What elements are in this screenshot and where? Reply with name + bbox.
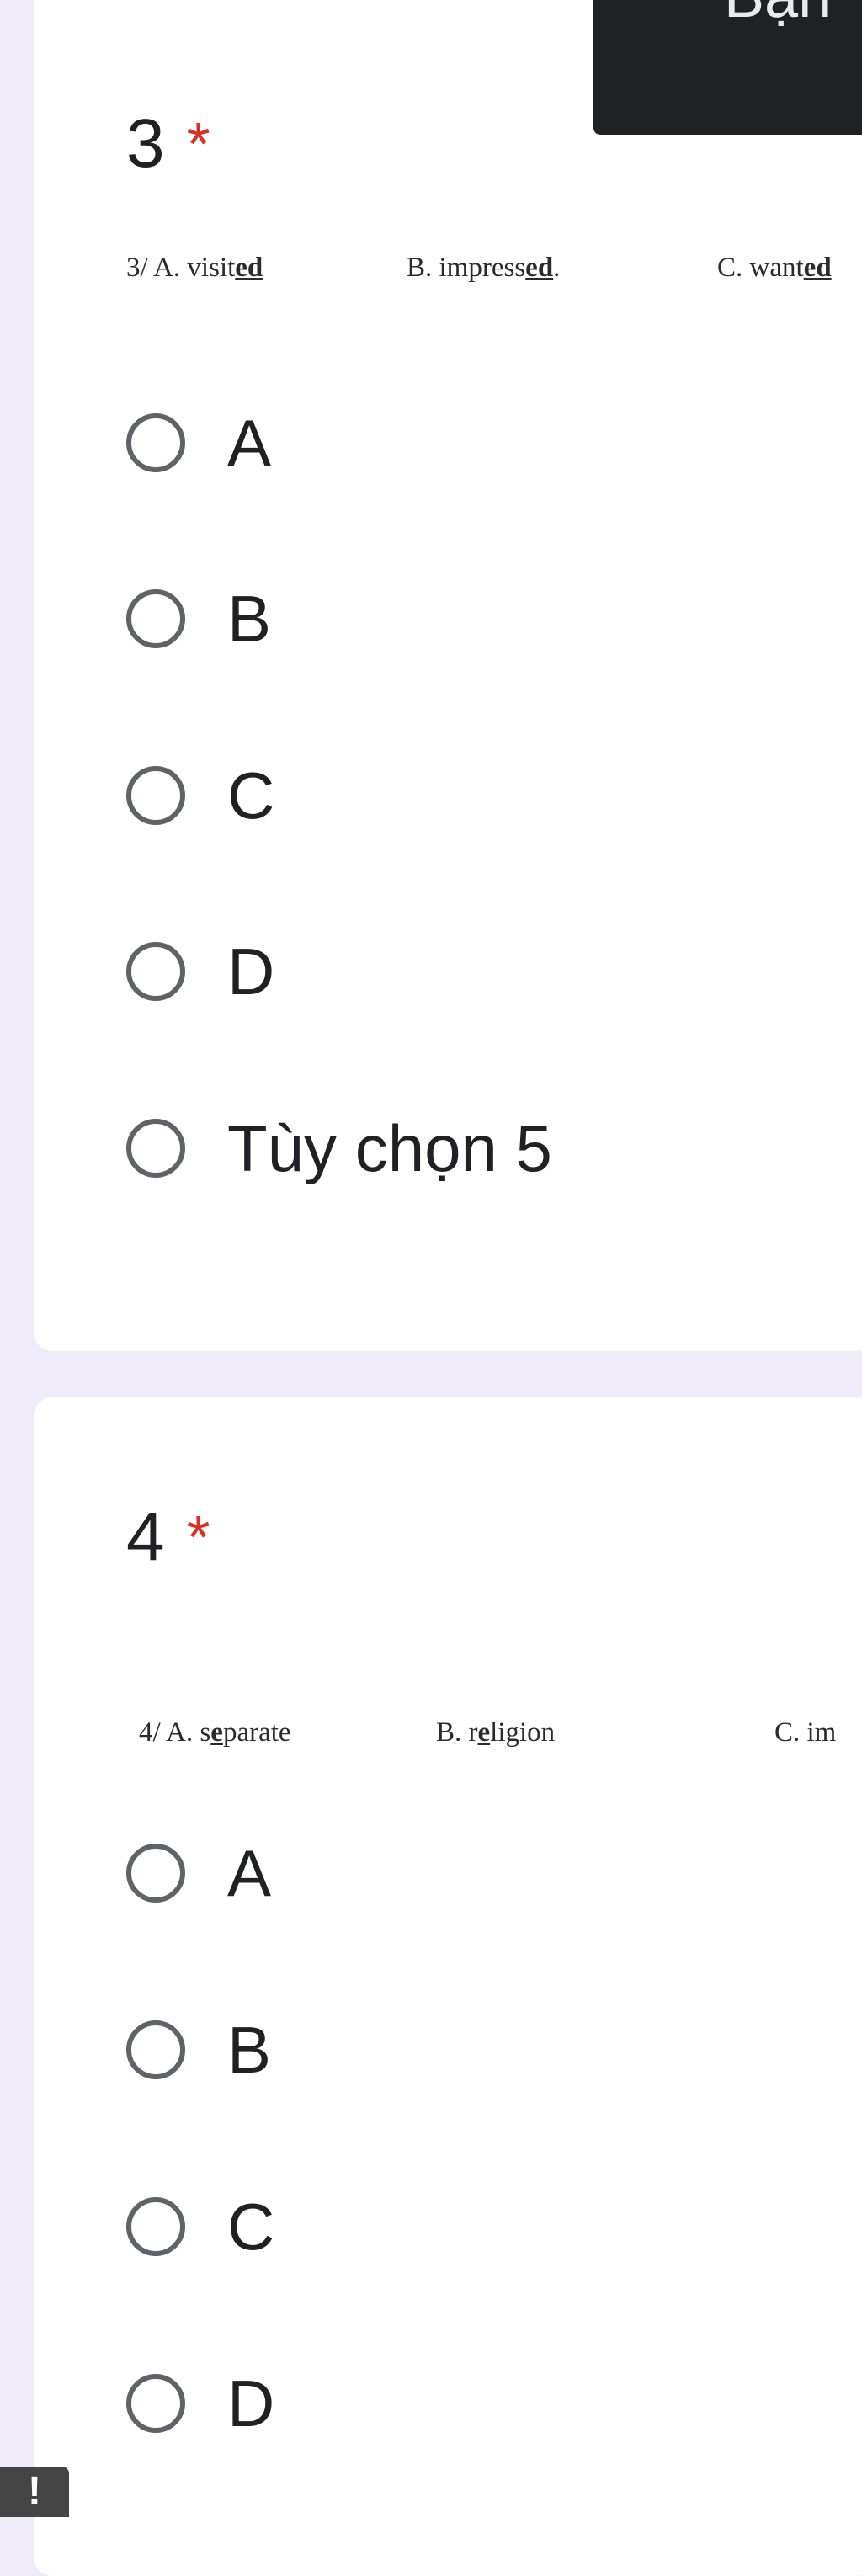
exclamation-icon[interactable]: ! bbox=[0, 2467, 69, 2517]
radio-option-5[interactable]: Tùy chọn 5 bbox=[126, 1115, 552, 1182]
option-label: D bbox=[227, 934, 275, 1009]
radio-option-a[interactable]: A bbox=[126, 409, 271, 476]
radio-option-c[interactable]: C bbox=[126, 762, 274, 829]
question-image-option-c: C. wanted bbox=[717, 253, 832, 283]
option-label: B bbox=[227, 582, 272, 656]
question-number: 3 bbox=[126, 105, 165, 182]
radio-option-b[interactable]: B bbox=[126, 585, 271, 652]
required-asterisk: * bbox=[186, 111, 210, 178]
option-label: C bbox=[227, 2190, 275, 2264]
radio-button[interactable] bbox=[126, 413, 185, 472]
option-label: Tùy chọn 5 bbox=[227, 1111, 552, 1185]
question-image-option-b: B. impressed. bbox=[407, 253, 561, 283]
question-image-option-a: 4/ A. separate bbox=[139, 1717, 291, 1748]
question-title: 4 * bbox=[126, 1503, 210, 1572]
question-image-option-a: 3/ A. visited bbox=[126, 253, 263, 283]
question-number: 4 bbox=[126, 1498, 165, 1575]
option-label: C bbox=[227, 758, 275, 833]
radio-button[interactable] bbox=[126, 2374, 185, 2433]
radio-option-a[interactable]: A bbox=[126, 1839, 271, 1907]
radio-button[interactable] bbox=[126, 589, 185, 648]
question-image-option-c: C. im bbox=[774, 1717, 837, 1748]
account-label: Bạn bbox=[724, 0, 832, 27]
option-label: A bbox=[227, 406, 272, 480]
required-asterisk: * bbox=[186, 1504, 210, 1572]
radio-option-d[interactable]: D bbox=[126, 2370, 274, 2437]
radio-button[interactable] bbox=[126, 2020, 185, 2079]
question-card-3: 3 * 3/ A. visited B. impressed. C. wanted… bbox=[34, 0, 862, 1351]
radio-button[interactable] bbox=[126, 766, 185, 825]
radio-button[interactable] bbox=[126, 1119, 185, 1178]
option-label: D bbox=[227, 2366, 275, 2440]
radio-button[interactable] bbox=[126, 1844, 185, 1903]
radio-button[interactable] bbox=[126, 942, 185, 1001]
question-image-option-b: B. religion bbox=[436, 1717, 556, 1748]
account-bar[interactable]: Bạn bbox=[593, 0, 862, 135]
radio-button[interactable] bbox=[126, 2197, 185, 2256]
option-label: B bbox=[227, 2013, 272, 2087]
radio-option-b[interactable]: B bbox=[126, 2016, 271, 2084]
radio-option-c[interactable]: C bbox=[126, 2193, 274, 2260]
option-label: A bbox=[227, 1836, 272, 1910]
question-title: 3 * bbox=[126, 109, 210, 178]
question-card-4: 4 * 4/ A. separate B. religion C. im A B … bbox=[34, 1397, 862, 2576]
radio-option-d[interactable]: D bbox=[126, 938, 274, 1005]
